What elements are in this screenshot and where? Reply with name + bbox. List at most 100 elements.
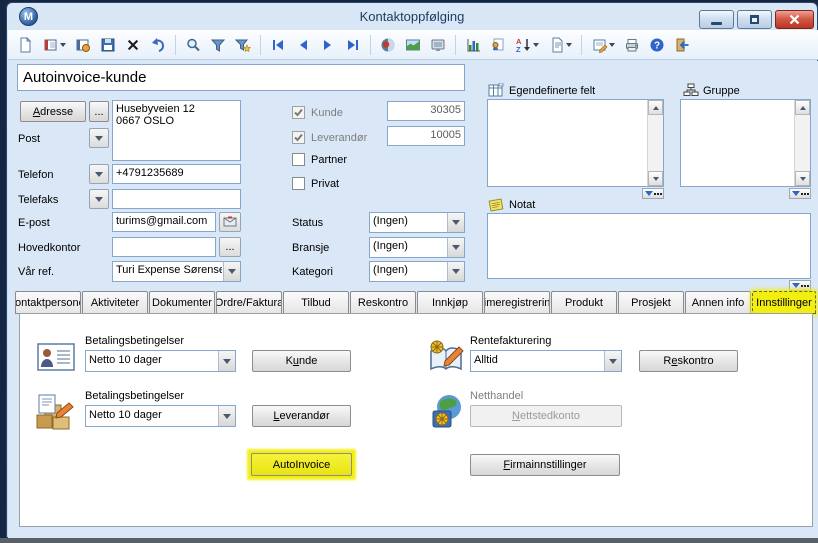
- privat-checkbox[interactable]: [292, 177, 305, 190]
- scroll-up-button[interactable]: [648, 100, 663, 115]
- printer-icon[interactable]: [621, 33, 643, 57]
- toolbar-separator: [581, 35, 582, 55]
- epost-input[interactable]: turims@gmail.com: [112, 212, 216, 232]
- leverandor-number-field[interactable]: 10005: [387, 126, 465, 146]
- group-expand-button[interactable]: [789, 188, 811, 199]
- scroll-up-button[interactable]: [795, 100, 810, 115]
- telefon-dropdown-button[interactable]: [89, 164, 109, 184]
- minimize-button[interactable]: [699, 10, 734, 29]
- report-document-icon[interactable]: [545, 33, 575, 57]
- print-preview-icon[interactable]: [487, 33, 509, 57]
- first-record-icon[interactable]: [267, 33, 289, 57]
- combo-arrow-button[interactable]: [447, 213, 464, 232]
- form-dropdown-icon[interactable]: [609, 43, 615, 47]
- kunde-button[interactable]: Kunde: [252, 350, 351, 372]
- combo-arrow-button[interactable]: [218, 406, 235, 426]
- telefaks-dropdown-button[interactable]: [89, 189, 109, 209]
- tab-produkt[interactable]: Produkt: [551, 291, 617, 314]
- form-edit-icon[interactable]: [588, 33, 618, 57]
- send-email-button[interactable]: [219, 212, 241, 232]
- note-expand-button[interactable]: [789, 280, 811, 291]
- sort-dropdown-icon[interactable]: [533, 43, 539, 47]
- webshop-label: Netthandel: [470, 390, 523, 402]
- telefaks-input[interactable]: [112, 189, 241, 209]
- report-dropdown-icon[interactable]: [566, 43, 572, 47]
- reskontro-button[interactable]: Reskontro: [639, 350, 738, 372]
- kunde-checkbox[interactable]: [292, 106, 305, 119]
- status-combobox[interactable]: (Ingen): [369, 212, 465, 233]
- adresse-button[interactable]: Adresse: [20, 101, 86, 122]
- varref-value: Turi Expense Sørensen: [116, 264, 222, 276]
- interest-combobox[interactable]: Alltid: [470, 350, 622, 372]
- title-bar[interactable]: M Kontaktoppfølging: [7, 3, 817, 30]
- sort-az-icon[interactable]: AZ: [512, 33, 542, 57]
- exit-icon[interactable]: [671, 33, 693, 57]
- tab-timeregistrering[interactable]: Timeregistrering: [484, 291, 550, 314]
- taskbar-sliver: [0, 538, 818, 543]
- map-image-icon[interactable]: [402, 33, 424, 57]
- close-button[interactable]: [775, 10, 814, 29]
- close-icon: [789, 14, 800, 25]
- hovedkontor-browse-button[interactable]: ...: [219, 237, 241, 257]
- telefon-input[interactable]: +4791235689: [112, 164, 241, 184]
- tab-tilbud[interactable]: Tilbud: [283, 291, 349, 314]
- autoinvoice-button[interactable]: AutoInvoice: [251, 453, 352, 476]
- tab-ordre-faktura[interactable]: Ordre/Faktura: [216, 291, 282, 314]
- combo-arrow-button[interactable]: [447, 238, 464, 257]
- previous-record-icon[interactable]: [292, 33, 314, 57]
- filter-new-icon[interactable]: [232, 33, 254, 57]
- next-record-icon[interactable]: [317, 33, 339, 57]
- combo-arrow-button[interactable]: [218, 351, 235, 371]
- combo-arrow-button[interactable]: [604, 351, 621, 371]
- tab-dokumenter[interactable]: Dokumenter: [149, 291, 215, 314]
- web-portal-icon[interactable]: [377, 33, 399, 57]
- customer-terms-combobox[interactable]: Netto 10 dager: [85, 350, 236, 372]
- tab-prosjekt[interactable]: Prosjekt: [618, 291, 684, 314]
- post-dropdown-button[interactable]: [89, 128, 109, 148]
- save-icon[interactable]: [97, 33, 119, 57]
- bransje-combobox[interactable]: (Ingen): [369, 237, 465, 258]
- combo-arrow-button[interactable]: [447, 262, 464, 281]
- chart-icon[interactable]: [462, 33, 484, 57]
- tab-innstillinger[interactable]: Innstillinger: [752, 291, 816, 314]
- tab-innkjop[interactable]: Innkjøp: [417, 291, 483, 314]
- leverandor-checkbox[interactable]: [292, 131, 305, 144]
- varref-combobox[interactable]: Turi Expense Sørensen: [112, 261, 241, 282]
- delete-icon[interactable]: [122, 33, 144, 57]
- custom-fields-expand-button[interactable]: [642, 188, 664, 199]
- firmainnstillinger-button[interactable]: Firmainnstillinger: [470, 454, 620, 476]
- custom-fields-scrollbar[interactable]: [647, 100, 663, 186]
- tab-kontaktpersoner[interactable]: Kontaktpersoner: [15, 291, 81, 314]
- hovedkontor-input[interactable]: [112, 237, 216, 257]
- contact-history-icon[interactable]: [72, 33, 94, 57]
- tab-reskontro[interactable]: Reskontro: [350, 291, 416, 314]
- filter-icon[interactable]: [207, 33, 229, 57]
- address-textarea[interactable]: Husebyveien 12 0667 OSLO: [112, 100, 241, 161]
- contact-name-input[interactable]: Autoinvoice-kunde: [17, 64, 465, 91]
- contacts-dropdown-icon[interactable]: [60, 43, 66, 47]
- kategori-combobox[interactable]: (Ingen): [369, 261, 465, 282]
- screen-capture-icon[interactable]: [427, 33, 449, 57]
- note-textarea[interactable]: [487, 213, 811, 279]
- kunde-number-field[interactable]: 30305: [387, 101, 465, 121]
- group-scrollbar[interactable]: [794, 100, 810, 186]
- scroll-down-button[interactable]: [648, 171, 663, 186]
- maximize-button[interactable]: [737, 10, 772, 29]
- custom-fields-listbox[interactable]: [487, 99, 664, 187]
- nettstedkonto-button[interactable]: Nettstedkonto: [470, 405, 622, 427]
- search-icon[interactable]: [182, 33, 204, 57]
- supplier-terms-combobox[interactable]: Netto 10 dager: [85, 405, 236, 427]
- tab-aktiviteter[interactable]: Aktiviteter: [82, 291, 148, 314]
- undo-icon[interactable]: [147, 33, 169, 57]
- address-browse-button[interactable]: ...: [89, 101, 109, 122]
- scroll-down-button[interactable]: [795, 171, 810, 186]
- help-icon[interactable]: ?: [646, 33, 668, 57]
- tab-annen-info[interactable]: Annen info: [685, 291, 751, 314]
- partner-checkbox[interactable]: [292, 153, 305, 166]
- combo-arrow-button[interactable]: [223, 262, 240, 281]
- group-listbox[interactable]: [680, 99, 811, 187]
- last-record-icon[interactable]: [342, 33, 364, 57]
- new-document-icon[interactable]: [14, 33, 36, 57]
- contacts-book-icon[interactable]: [39, 33, 69, 57]
- leverandor-button[interactable]: Leverandør: [252, 405, 351, 427]
